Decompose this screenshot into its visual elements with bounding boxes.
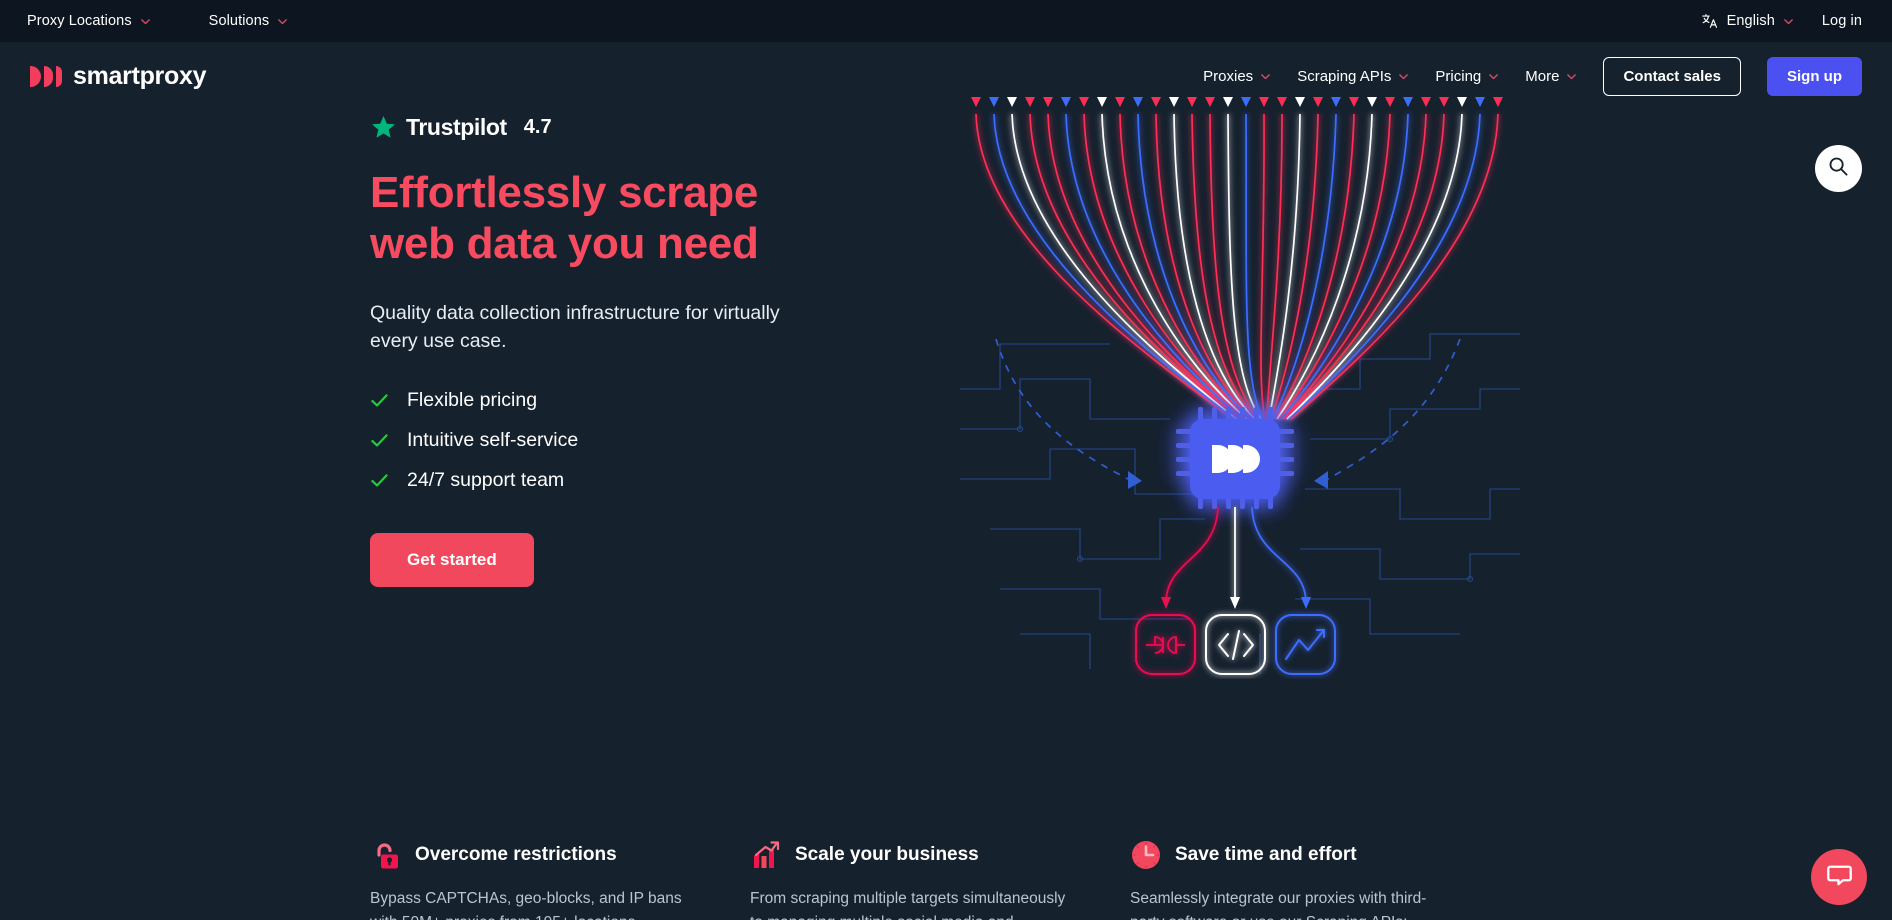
chat-bubble-icon [1826,861,1853,893]
card-header: Save time and effort [1130,839,1450,871]
translate-icon [1701,12,1719,30]
card-description: From scraping multiple targets simultane… [750,890,1066,920]
chevron-down-icon [1566,71,1577,82]
output-beams [1165,506,1307,602]
contact-sales-button[interactable]: Contact sales [1603,56,1741,96]
trustpilot-star-icon [370,114,397,141]
top-utility-bar: Proxy Locations Solutions English Log in [0,0,1892,43]
bar-chart-growth-icon [750,839,782,871]
check-icon [370,431,389,450]
feature-card-overcome-restrictions: Overcome restrictions Bypass CAPTCHAs, g… [370,839,750,920]
beam-arrowheads [971,97,1503,107]
topbar-item-label: Solutions [208,13,270,29]
check-icon [370,471,389,490]
hero-subtitle: Quality data collection infrastructure f… [370,302,780,353]
smartproxy-logo-mark [1212,445,1260,473]
nav-item-label: More [1525,67,1560,85]
nav-item-more[interactable]: More [1525,68,1577,85]
card-title: Overcome restrictions [415,844,617,865]
list-item: Intuitive self-service [370,429,890,452]
trustpilot-score: 4.7 [523,116,552,138]
trend-chart-icon [1275,614,1336,675]
feature-label: Flexible pricing [407,388,538,411]
hero-content: Trustpilot 4.7 Effortlessly scrape web d… [370,109,890,587]
feature-label: Intuitive self-service [407,428,579,451]
data-scraping-chip-illustration [960,89,1520,679]
nav-item-proxies[interactable]: Proxies [1203,68,1271,85]
topbar-item-label: Proxy Locations [27,13,132,29]
data-beams [975,113,1499,420]
chevron-down-icon [140,16,151,27]
list-item: 24/7 support team [370,469,890,492]
card-description: Bypass CAPTCHAs, geo-blocks, and IP bans… [370,890,682,920]
main-header: smartproxy Proxies Scraping APIs Pricing [0,43,1892,109]
page-title: Effortlessly scrape web data you need [370,168,759,269]
list-item: Flexible pricing [370,389,890,412]
language-label: English [1726,13,1775,29]
feature-cards: Overcome restrictions Bypass CAPTCHAs, g… [370,839,1510,920]
logo[interactable]: smartproxy [0,62,206,91]
feature-card-save-time-and-effort: Save time and effort Seamlessly integrat… [1130,839,1510,920]
card-title: Scale your business [795,844,979,865]
page-root: Proxy Locations Solutions English Log in… [0,0,1892,920]
chevron-down-icon [1398,71,1409,82]
card-header: Scale your business [750,839,1070,871]
logo-text: smartproxy [73,61,207,90]
feature-label: 24/7 support team [407,468,565,491]
card-description: Seamlessly integrate our proxies with th… [1130,890,1427,920]
nav-item-scraping-apis[interactable]: Scraping APIs [1297,68,1409,85]
check-icon [370,391,389,410]
chevron-down-icon [1488,71,1499,82]
login-link[interactable]: Log in [1822,13,1862,29]
nav-item-label: Scraping APIs [1297,67,1392,85]
card-title: Save time and effort [1175,844,1357,865]
search-icon [1828,156,1849,182]
nav-item-pricing[interactable]: Pricing [1435,68,1499,85]
plug-connector-icon [1135,614,1196,675]
topbar-item-solutions[interactable]: Solutions [209,13,289,29]
get-started-button[interactable]: Get started [370,532,534,587]
clock-icon [1130,839,1162,871]
topbar-item-proxy-locations[interactable]: Proxy Locations [27,13,151,29]
nav-item-label: Pricing [1435,67,1482,85]
chat-widget-button[interactable] [1811,849,1867,905]
hero-feature-list: Flexible pricing Intuitive self-service … [370,389,890,492]
card-header: Overcome restrictions [370,839,690,871]
search-button[interactable] [1815,145,1862,192]
login-label: Log in [1821,13,1862,29]
hero-section: Trustpilot 4.7 Effortlessly scrape web d… [0,97,1892,920]
chevron-down-icon [277,16,288,27]
open-padlock-icon [370,839,402,871]
topbar-right-links: English Log in [1701,12,1892,30]
language-selector[interactable]: English [1701,12,1794,30]
feature-card-scale-your-business: Scale your business From scraping multip… [750,839,1130,920]
code-brackets-icon [1205,614,1266,675]
nav-item-label: Proxies [1203,67,1254,85]
chevron-down-icon [1260,71,1271,82]
trustpilot-label: Trustpilot [406,114,507,140]
trustpilot-rating[interactable]: Trustpilot 4.7 [370,114,890,141]
smartproxy-logo-mark-icon [30,65,62,87]
chevron-down-icon [1783,16,1794,27]
sign-up-button[interactable]: Sign up [1767,56,1862,96]
topbar-left-links: Proxy Locations Solutions [0,13,288,29]
cpu-chip [1176,407,1294,509]
